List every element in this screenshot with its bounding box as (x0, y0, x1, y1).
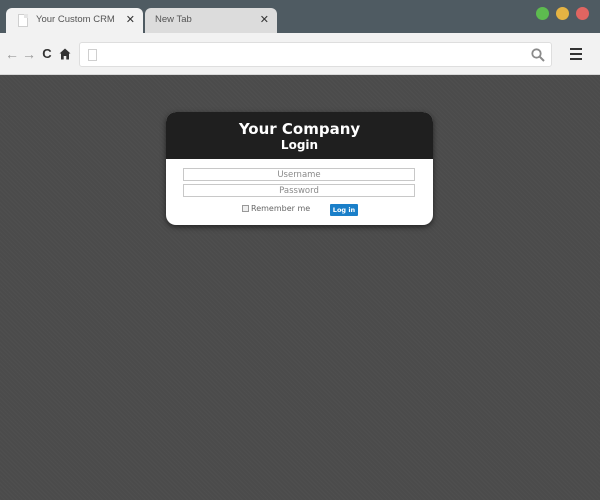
password-input[interactable] (183, 184, 415, 197)
browser-toolbar: ← → C (0, 33, 600, 75)
tab-new-tab[interactable]: New Tab ✕ (145, 8, 277, 33)
arrow-left-icon[interactable]: ← (4, 45, 20, 63)
hamburger-menu-icon[interactable] (570, 48, 582, 60)
tab-label: New Tab (155, 14, 192, 25)
company-name: Your Company (238, 120, 361, 138)
remember-me-label: Remember me (251, 204, 311, 213)
page-icon (88, 49, 97, 61)
login-button[interactable]: Log in (330, 204, 358, 216)
login-header: Your Company Login (166, 112, 433, 159)
close-icon[interactable]: ✕ (260, 13, 269, 27)
login-card: Your Company Login Remember me Log in (166, 112, 433, 225)
page-content: Your Company Login Remember me Log in (0, 75, 600, 500)
remember-me-checkbox[interactable] (242, 205, 249, 212)
arrow-right-icon[interactable]: → (21, 45, 37, 63)
reload-icon[interactable]: C (39, 45, 55, 63)
username-input[interactable] (183, 168, 415, 181)
window-close-button[interactable] (576, 7, 589, 20)
home-icon[interactable] (57, 45, 73, 63)
search-icon[interactable] (531, 48, 545, 62)
page-icon (18, 14, 28, 27)
tab-your-custom-crm[interactable]: Your Custom CRM ✕ (6, 8, 143, 33)
close-icon[interactable]: ✕ (126, 13, 135, 27)
tab-label: Your Custom CRM (36, 14, 115, 25)
login-form: Remember me Log in (166, 159, 433, 225)
remember-me[interactable]: Remember me (242, 204, 310, 213)
login-title: Login (280, 138, 319, 152)
browser-titlebar: Your Custom CRM ✕ New Tab ✕ (0, 0, 600, 33)
window-maximize-button[interactable] (536, 7, 549, 20)
window-minimize-button[interactable] (556, 7, 569, 20)
address-bar[interactable] (79, 42, 552, 67)
